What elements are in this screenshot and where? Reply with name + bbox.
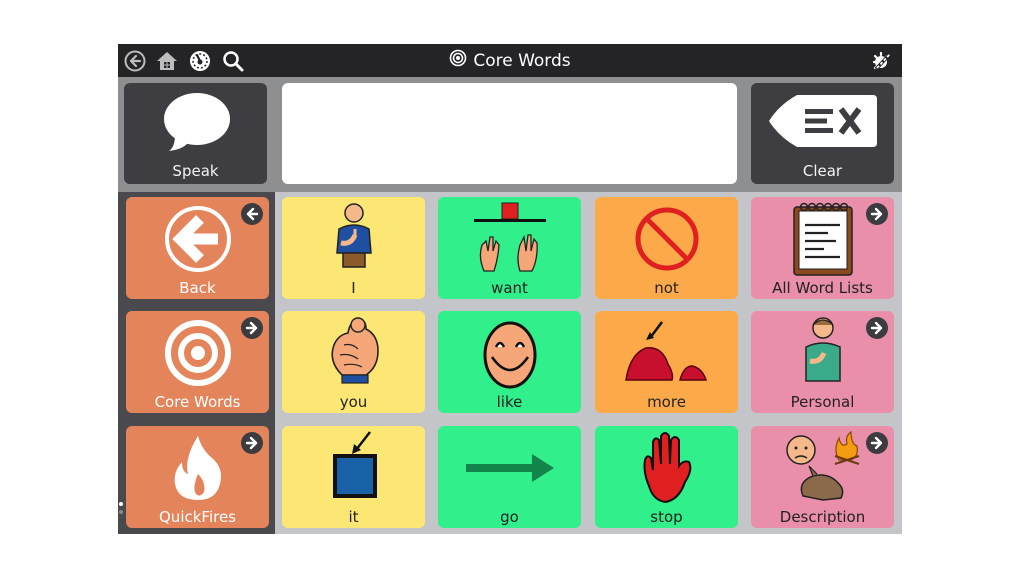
back-link-badge-icon bbox=[241, 203, 263, 225]
word-cell-not[interactable]: not bbox=[595, 197, 738, 299]
word-cell-it[interactable]: it bbox=[282, 426, 425, 528]
word-label: it bbox=[348, 508, 359, 526]
word-cell-go[interactable]: go bbox=[438, 426, 581, 528]
link-arrow-icon bbox=[866, 203, 888, 225]
core-words-title-icon bbox=[449, 49, 467, 72]
want-hands-icon bbox=[438, 201, 581, 277]
right-arrow-icon bbox=[438, 430, 581, 506]
prohibited-icon bbox=[595, 201, 738, 277]
clear-backspace-icon bbox=[751, 93, 894, 149]
speak-button[interactable]: Speak bbox=[124, 83, 267, 184]
word-label: you bbox=[339, 393, 368, 411]
navigation-column: Back Core Words QuickFires bbox=[118, 192, 275, 534]
link-arrow-icon bbox=[241, 317, 263, 339]
home-icon[interactable] bbox=[155, 49, 179, 73]
aac-app: Core Words Speak Clear Back Core Words Q… bbox=[118, 44, 902, 534]
stop-hand-icon bbox=[595, 430, 738, 506]
word-label: like bbox=[496, 393, 523, 411]
word-label: want bbox=[491, 279, 528, 297]
word-cell-you[interactable]: you bbox=[282, 311, 425, 413]
link-arrow-icon bbox=[866, 317, 888, 339]
word-label: stop bbox=[650, 508, 683, 526]
word-grid: I want not All Word Lists you like more … bbox=[275, 192, 902, 534]
page-title: Core Words bbox=[473, 50, 571, 71]
folder-label: Personal bbox=[790, 393, 855, 411]
nav-core-words-label: Core Words bbox=[154, 393, 241, 411]
word-label: go bbox=[500, 508, 519, 526]
word-cell-more[interactable]: more bbox=[595, 311, 738, 413]
folder-cell-all-word-lists[interactable]: All Word Lists bbox=[751, 197, 894, 299]
page-indicator bbox=[119, 502, 124, 518]
page-dot-active bbox=[119, 502, 123, 506]
message-bar[interactable] bbox=[282, 83, 737, 184]
nav-quickfires-button[interactable]: QuickFires bbox=[126, 426, 269, 528]
pointed-square-icon bbox=[282, 430, 425, 506]
word-cell-like[interactable]: like bbox=[438, 311, 581, 413]
more-pile-icon bbox=[595, 315, 738, 391]
word-cell-stop[interactable]: stop bbox=[595, 426, 738, 528]
back-circle-icon[interactable] bbox=[123, 49, 147, 73]
speak-label: Speak bbox=[172, 162, 219, 180]
pointing-finger-icon bbox=[282, 315, 425, 391]
word-cell-i[interactable]: I bbox=[282, 197, 425, 299]
clear-label: Clear bbox=[802, 162, 843, 180]
folder-cell-description[interactable]: Description bbox=[751, 426, 894, 528]
word-label: I bbox=[351, 279, 356, 297]
top-bar: Core Words bbox=[118, 44, 902, 77]
nav-back-button[interactable]: Back bbox=[126, 197, 269, 299]
dashboard-icon[interactable] bbox=[188, 49, 212, 73]
speech-bubble-icon bbox=[124, 91, 267, 153]
nav-core-words-button[interactable]: Core Words bbox=[126, 311, 269, 413]
folder-label: Description bbox=[779, 508, 866, 526]
word-label: more bbox=[647, 393, 686, 411]
nav-back-label: Back bbox=[179, 279, 216, 297]
message-row: Speak Clear bbox=[118, 77, 902, 192]
folder-label: All Word Lists bbox=[772, 279, 873, 297]
link-arrow-icon bbox=[241, 432, 263, 454]
folder-cell-personal[interactable]: Personal bbox=[751, 311, 894, 413]
search-icon[interactable] bbox=[221, 49, 245, 73]
word-cell-want[interactable]: want bbox=[438, 197, 581, 299]
word-label: not bbox=[654, 279, 679, 297]
person-pointing-self-icon bbox=[282, 201, 425, 277]
edit-magic-wand-icon[interactable] bbox=[870, 49, 894, 73]
smiling-face-icon bbox=[438, 315, 581, 391]
page-dot bbox=[119, 510, 123, 514]
link-arrow-icon bbox=[866, 432, 888, 454]
clear-button[interactable]: Clear bbox=[751, 83, 894, 184]
nav-quickfires-label: QuickFires bbox=[159, 508, 236, 526]
